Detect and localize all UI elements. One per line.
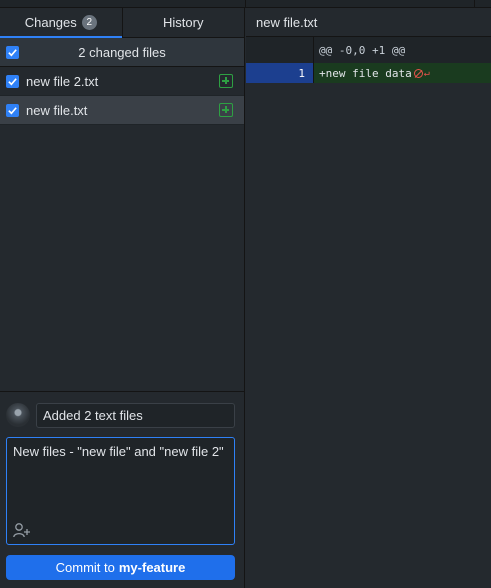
diff-pane: new file.txt @@ -0,0 +1 @@ 1 +new file d…	[246, 8, 491, 588]
commit-button-prefix: Commit to	[55, 560, 115, 575]
commit-description-input[interactable]: New files - "new file" and "new file 2"	[6, 437, 235, 545]
return-icon: ↵	[423, 67, 430, 79]
diff-file-title: new file.txt	[246, 8, 491, 37]
file-name: new file 2.txt	[26, 73, 99, 89]
changes-sidebar: Changes 2 History 2 changed files new fi…	[0, 8, 245, 588]
diff-view: @@ -0,0 +1 @@ 1 +new file data ↵	[246, 37, 491, 83]
diff-line-text: +new file data	[319, 66, 412, 80]
diff-line-content: +new file data ↵	[314, 67, 430, 80]
title-bar-strip	[0, 0, 491, 8]
file-include-checkbox[interactable]	[6, 74, 19, 88]
file-added-icon	[219, 103, 233, 117]
file-include-checkbox[interactable]	[6, 103, 19, 117]
commit-button[interactable]: Commit to my-feature	[6, 555, 235, 580]
line-number[interactable]: 1	[246, 63, 314, 83]
commit-description-text: New files - "new file" and "new file 2"	[13, 444, 224, 459]
changed-files-count: 2 changed files	[78, 44, 166, 60]
file-list-item[interactable]: new file 2.txt	[0, 67, 244, 96]
changes-count-badge: 2	[81, 15, 97, 30]
select-all-checkbox[interactable]	[6, 45, 19, 59]
tab-history-label: History	[163, 15, 204, 30]
no-newline-icon	[413, 68, 423, 78]
file-list-item[interactable]: new file.txt	[0, 96, 244, 125]
tab-history[interactable]: History	[123, 8, 245, 37]
commit-summary-input[interactable]: Added 2 text files	[36, 403, 235, 428]
tab-changes-label: Changes	[24, 15, 77, 30]
sidebar-tabs: Changes 2 History	[0, 8, 244, 38]
toolbar-divider	[474, 0, 475, 8]
file-added-icon	[219, 74, 233, 88]
tab-changes[interactable]: Changes 2	[0, 8, 123, 38]
commit-branch-name: my-feature	[118, 560, 186, 575]
hunk-header-row[interactable]: @@ -0,0 +1 @@	[246, 37, 491, 63]
toolbar-divider	[245, 0, 246, 8]
file-name: new file.txt	[26, 102, 88, 118]
avatar	[6, 403, 30, 427]
hunk-header: @@ -0,0 +1 @@	[319, 43, 406, 57]
changed-files-header: 2 changed files	[0, 38, 244, 67]
hunk-gutter	[246, 37, 314, 63]
add-coauthor-icon[interactable]	[13, 522, 31, 538]
commit-form: Added 2 text files New files - "new file…	[0, 391, 244, 588]
diff-added-line[interactable]: 1 +new file data ↵	[246, 63, 491, 83]
diff-file-name: new file.txt	[256, 14, 318, 30]
